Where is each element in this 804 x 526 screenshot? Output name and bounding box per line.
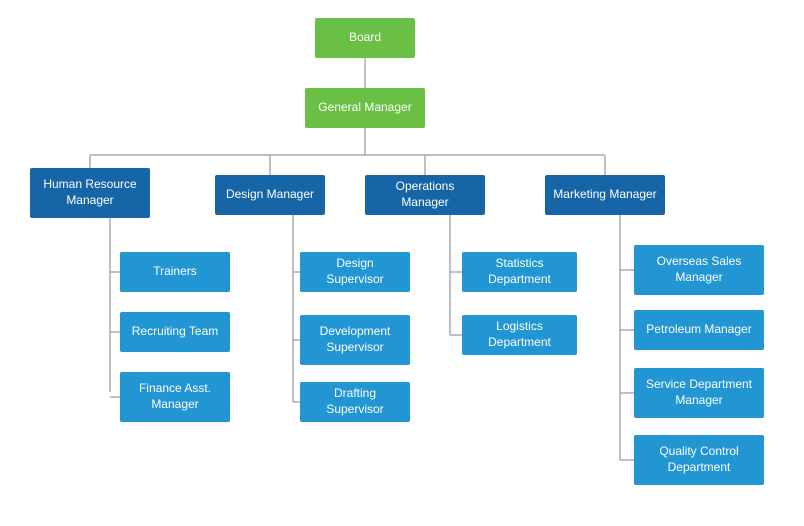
operations-manager-label: Operations Manager bbox=[371, 179, 479, 210]
general-manager-label: General Manager bbox=[318, 100, 411, 116]
operations-manager-node: Operations Manager bbox=[365, 175, 485, 215]
service-dept-label: Service Department Manager bbox=[640, 377, 758, 408]
finance-asst-label: Finance Asst. Manager bbox=[126, 381, 224, 412]
design-supervisor-node: Design Supervisor bbox=[300, 252, 410, 292]
development-supervisor-node: Development Supervisor bbox=[300, 315, 410, 365]
design-manager-node: Design Manager bbox=[215, 175, 325, 215]
service-dept-node: Service Department Manager bbox=[634, 368, 764, 418]
design-manager-label: Design Manager bbox=[226, 187, 314, 203]
quality-control-node: Quality Control Department bbox=[634, 435, 764, 485]
logistics-dept-label: Logistics Department bbox=[468, 319, 571, 350]
trainers-label: Trainers bbox=[153, 264, 197, 280]
drafting-supervisor-node: Drafting Supervisor bbox=[300, 382, 410, 422]
marketing-manager-node: Marketing Manager bbox=[545, 175, 665, 215]
hrm-label: Human Resource Manager bbox=[36, 177, 144, 208]
finance-asst-node: Finance Asst. Manager bbox=[120, 372, 230, 422]
quality-control-label: Quality Control Department bbox=[640, 444, 758, 475]
overseas-sales-label: Overseas Sales Manager bbox=[640, 254, 758, 285]
general-manager-node: General Manager bbox=[305, 88, 425, 128]
petroleum-manager-label: Petroleum Manager bbox=[646, 322, 751, 338]
drafting-supervisor-label: Drafting Supervisor bbox=[306, 386, 404, 417]
development-supervisor-label: Development Supervisor bbox=[306, 324, 404, 355]
statistics-dept-node: Statistics Department bbox=[462, 252, 577, 292]
marketing-manager-label: Marketing Manager bbox=[553, 187, 656, 203]
board-label: Board bbox=[349, 30, 381, 46]
trainers-node: Trainers bbox=[120, 252, 230, 292]
petroleum-manager-node: Petroleum Manager bbox=[634, 310, 764, 350]
design-supervisor-label: Design Supervisor bbox=[306, 256, 404, 287]
hrm-node: Human Resource Manager bbox=[30, 168, 150, 218]
recruiting-team-label: Recruiting Team bbox=[132, 324, 218, 340]
overseas-sales-node: Overseas Sales Manager bbox=[634, 245, 764, 295]
statistics-dept-label: Statistics Department bbox=[468, 256, 571, 287]
org-chart: Board General Manager Human Resource Man… bbox=[0, 0, 804, 526]
logistics-dept-node: Logistics Department bbox=[462, 315, 577, 355]
board-node: Board bbox=[315, 18, 415, 58]
recruiting-team-node: Recruiting Team bbox=[120, 312, 230, 352]
